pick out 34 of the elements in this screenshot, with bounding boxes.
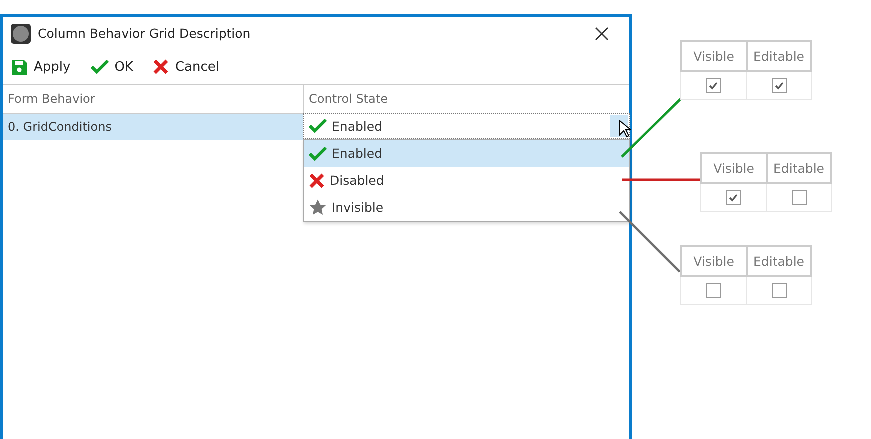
app-icon <box>11 24 31 44</box>
column-header: Visible <box>700 154 766 184</box>
check-icon <box>90 60 109 74</box>
column-header[interactable]: Form Behavior <box>3 85 303 113</box>
column-header: Editable <box>746 247 812 277</box>
star-icon <box>309 199 327 216</box>
checkbox[interactable] <box>726 190 741 205</box>
dropdown-option[interactable]: Enabled <box>304 140 629 167</box>
grid-row[interactable]: 0. GridConditions <box>3 114 303 140</box>
checkbox[interactable] <box>706 78 721 93</box>
dropdown-field[interactable]: Enabled <box>303 113 630 139</box>
toolbar-button[interactable]: OK <box>90 60 134 74</box>
column-header: Visible <box>680 42 746 72</box>
table-cell-text: 0. GridConditions <box>7 119 112 136</box>
checkbox[interactable] <box>792 190 806 205</box>
check-icon <box>709 82 718 90</box>
column-header: Editable <box>766 154 832 184</box>
check-icon <box>729 194 738 202</box>
column-header: Editable <box>746 42 812 72</box>
close-icon[interactable] <box>595 26 609 40</box>
checkbox[interactable] <box>772 78 786 93</box>
toolbar-button[interactable]: Cancel <box>153 59 220 75</box>
check-icon <box>309 146 327 160</box>
checkbox[interactable] <box>772 283 786 298</box>
column-header: Visible <box>680 247 746 277</box>
dropdown-option[interactable]: Disabled <box>304 167 629 194</box>
check-icon <box>309 119 327 133</box>
check-icon <box>774 82 784 90</box>
cross-icon <box>309 172 325 188</box>
toolbar-button[interactable]: Apply <box>11 58 71 76</box>
window-title: Column Behavior Grid Description <box>38 26 252 41</box>
cross-icon <box>153 59 170 75</box>
dropdown-option[interactable]: Invisible <box>304 194 629 221</box>
checkbox[interactable] <box>706 283 721 298</box>
